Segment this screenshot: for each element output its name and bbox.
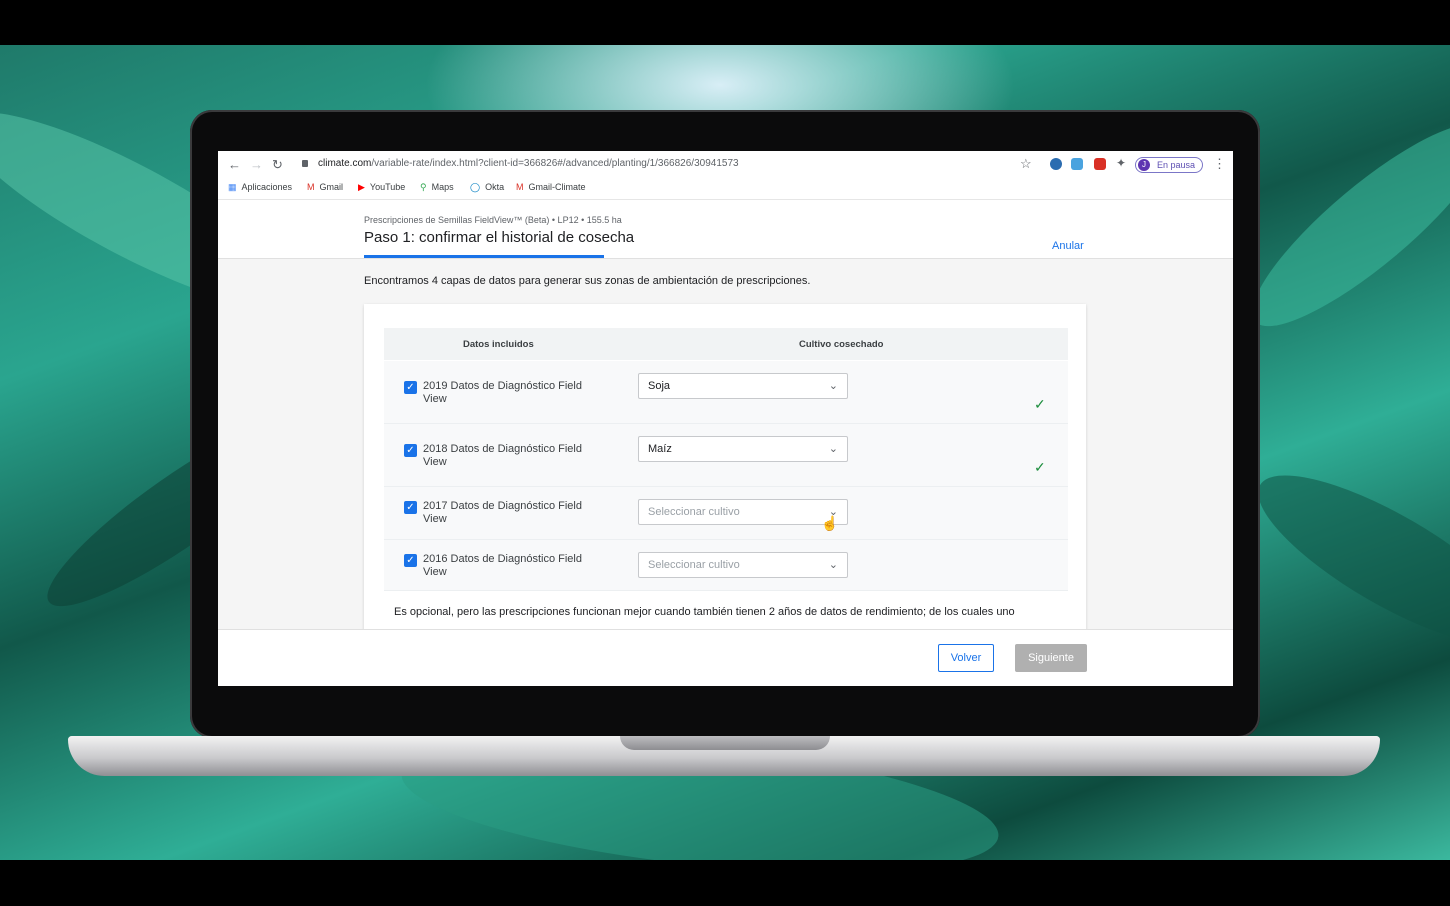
crop-select[interactable]: Seleccionar cultivo ⌄ <box>638 499 848 525</box>
reload-icon[interactable]: ↻ <box>272 157 283 173</box>
chevron-down-icon: ⌄ <box>828 380 838 392</box>
table-row: ✓ 2018 Datos de Diagnóstico Field View M… <box>384 424 1068 487</box>
page-subtitle: Prescripciones de Semillas FieldView™ (B… <box>364 215 622 225</box>
gmail-icon: M <box>307 182 315 192</box>
column-header-data: Datos incluidos <box>463 339 534 350</box>
page-header: Prescripciones de Semillas FieldView™ (B… <box>218 200 1233 259</box>
bookmark-label: Gmail <box>319 182 344 192</box>
extensions-puzzle-icon[interactable]: ✦ <box>1116 156 1126 170</box>
crop-select[interactable]: Seleccionar cultivo ⌄ <box>638 552 848 578</box>
extension-search-icon[interactable] <box>1050 158 1062 170</box>
extension-chat-icon[interactable] <box>1071 158 1083 170</box>
forward-arrow-icon[interactable]: → <box>250 157 263 172</box>
include-checkbox[interactable]: ✓ <box>404 501 417 514</box>
table-header: Datos incluidos Cultivo cosechado <box>384 328 1068 360</box>
include-checkbox[interactable]: ✓ <box>404 444 417 457</box>
gmail-icon: M <box>516 182 524 192</box>
crop-select[interactable]: Soja ⌄ <box>638 373 848 399</box>
bookmark-gmail-climate[interactable]: M Gmail-Climate <box>516 182 586 192</box>
confirmed-check-icon: ✓ <box>1034 459 1046 475</box>
browser-window: ← → ↻ climate.com/variable-rate/index.ht… <box>218 151 1233 686</box>
column-header-crop: Cultivo cosechado <box>799 339 884 350</box>
chevron-down-icon: ⌄ <box>828 443 838 455</box>
bookmark-label: Aplicaciones <box>241 182 293 192</box>
bookmark-gmail[interactable]: M Gmail <box>307 182 343 192</box>
selected-crop: Soja <box>648 380 671 392</box>
page-title: Paso 1: confirmar el historial de cosech… <box>364 229 635 246</box>
bookmark-label: Maps <box>431 182 454 192</box>
main-content: Encontramos 4 capas de datos para genera… <box>218 259 1233 629</box>
include-checkbox[interactable]: ✓ <box>404 554 417 567</box>
crop-placeholder: Seleccionar cultivo <box>648 559 740 571</box>
layer-label: 2019 Datos de Diagnóstico Field View <box>423 380 582 405</box>
crop-placeholder: Seleccionar cultivo <box>648 506 740 518</box>
bookmark-label: Okta <box>485 182 505 192</box>
bookmark-okta[interactable]: ◯ Okta <box>470 182 504 193</box>
data-layers-card: Datos incluidos Cultivo cosechado ✓ 2019… <box>364 304 1086 629</box>
layer-label: 2016 Datos de Diagnóstico Field View <box>423 553 582 578</box>
optional-note: Es opcional, pero las prescripciones fun… <box>394 606 1015 618</box>
avatar: J <box>1138 159 1150 171</box>
bookmark-youtube[interactable]: ▶ YouTube <box>358 182 405 193</box>
bookmark-label: YouTube <box>369 182 406 192</box>
youtube-icon: ▶ <box>358 182 365 192</box>
step-progress-bar <box>364 255 604 258</box>
table-row: ✓ 2019 Datos de Diagnóstico Field View S… <box>384 361 1068 424</box>
extension-red-icon[interactable] <box>1094 158 1106 170</box>
lock-icon <box>302 160 308 167</box>
include-checkbox[interactable]: ✓ <box>404 381 417 394</box>
bookmark-maps[interactable]: ⚲ Maps <box>420 182 454 193</box>
url-domain: climate.com <box>318 158 372 169</box>
address-bar[interactable]: climate.com/variable-rate/index.html?cli… <box>318 158 739 169</box>
confirmed-check-icon: ✓ <box>1034 396 1046 412</box>
leaf-shape <box>1229 97 1450 353</box>
bookmark-apps[interactable]: ▦ Aplicaciones <box>228 182 292 193</box>
maps-pin-icon: ⚲ <box>420 182 427 192</box>
page-footer: Volver Siguiente <box>218 629 1233 686</box>
crop-select[interactable]: Maíz ⌄ <box>638 436 848 462</box>
table-row: ✓ 2016 Datos de Diagnóstico Field View S… <box>384 540 1068 591</box>
table-row: ✓ 2017 Datos de Diagnóstico Field View S… <box>384 487 1068 540</box>
okta-icon: ◯ <box>470 182 481 192</box>
bookmarks-bar: ▦ Aplicaciones M Gmail ▶ YouTube ⚲ Maps ◯ Okt… <box>218 179 1233 200</box>
bookmark-label: Gmail-Climate <box>528 182 586 192</box>
apps-grid-icon: ▦ <box>228 182 237 192</box>
hand-cursor-icon: ☝ <box>821 515 839 531</box>
selected-crop: Maíz <box>648 443 672 455</box>
laptop-notch <box>620 736 830 750</box>
next-button[interactable]: Siguiente <box>1015 644 1087 672</box>
chevron-down-icon: ⌄ <box>828 559 838 571</box>
layer-label: 2018 Datos de Diagnóstico Field View <box>423 443 582 468</box>
cancel-link[interactable]: Anular <box>1052 240 1084 252</box>
leaf-shape <box>1237 446 1450 674</box>
intro-text: Encontramos 4 capas de datos para genera… <box>364 275 811 287</box>
profile-button[interactable]: J En pausa <box>1135 157 1203 173</box>
more-menu-icon[interactable]: ⋮ <box>1213 156 1226 172</box>
bookmark-star-icon[interactable]: ☆ <box>1020 156 1032 172</box>
browser-toolbar: ← → ↻ climate.com/variable-rate/index.ht… <box>218 151 1233 179</box>
layer-label: 2017 Datos de Diagnóstico Field View <box>423 500 582 525</box>
back-arrow-icon[interactable]: ← <box>228 157 241 172</box>
profile-status: En pausa <box>1157 160 1196 170</box>
back-button[interactable]: Volver <box>938 644 994 672</box>
url-path: /variable-rate/index.html?client-id=3668… <box>371 158 739 169</box>
